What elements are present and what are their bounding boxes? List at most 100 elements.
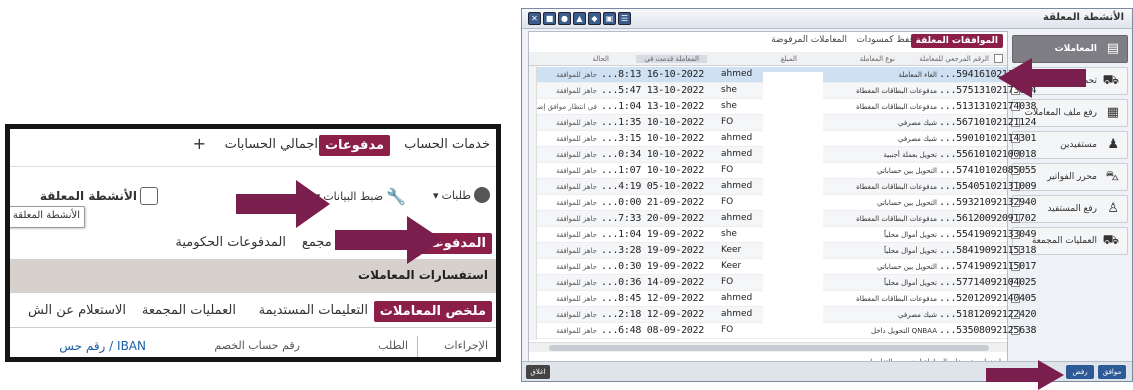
cell-user: she — [721, 85, 737, 95]
cell-status: جاهز للموافقة — [556, 327, 597, 335]
tab-pending-approvals[interactable]: الموافقات المعلقة — [910, 34, 1003, 48]
file-icon: ▦ — [1106, 105, 1119, 120]
cell-status: جاهز للموافقة — [556, 263, 597, 271]
pending-activities-button[interactable]: الأنشطة المعلقة — [40, 187, 158, 205]
table-header-row: الإجراءات الطلب رقم حساب الخصم IBAN / رق… — [10, 327, 496, 357]
reject-button[interactable]: رفض — [1066, 365, 1094, 379]
grid-header: الرقم المرجعي للمعاملة نوع المعاملة المب… — [529, 52, 1007, 66]
cell-date: ...1:35 10-10-2022 — [601, 117, 704, 128]
pending-activities-icon — [140, 187, 158, 205]
cell-status: جاهز للموافقة — [556, 183, 597, 191]
cell-type: التحويل بين حساباتي — [877, 263, 937, 271]
toolbar-icon-1[interactable]: ■ — [543, 12, 556, 25]
cell-user: she — [721, 229, 737, 239]
toolbar-icon-5[interactable]: ▣ — [603, 12, 616, 25]
cell-reference: ...51313102174038 — [939, 101, 1037, 112]
close-icon[interactable]: ✕ — [528, 12, 541, 25]
cell-user: she — [721, 101, 737, 111]
chevron-down-icon: ▾ — [433, 188, 439, 202]
document-icon: ▤ — [1106, 41, 1119, 56]
tab-standing-instructions[interactable]: التعليمات المستديمة — [259, 303, 368, 318]
cell-status: جاهز للموافقة — [556, 311, 597, 319]
cell-date: ...2:18 12-09-2022 — [601, 309, 704, 320]
cell-reference: ...57410102085055 — [939, 165, 1037, 176]
summary-tabs: ملخص المعاملات التعليمات المستديمة العمل… — [10, 293, 496, 327]
cell-date: ...1:04 19-09-2022 — [601, 229, 704, 240]
tab-account-services[interactable]: خدمات الحساب — [404, 137, 490, 152]
cell-reference: ...56710102121124 — [939, 117, 1037, 128]
approve-button[interactable]: موافق — [1098, 365, 1126, 379]
cell-status: جاهز للموافقة — [556, 279, 597, 287]
side-item-label: مستفيدين — [1060, 140, 1097, 150]
tab-rejected-transactions[interactable]: المعاملات المرفوضة — [771, 35, 847, 45]
cell-user: Keer — [721, 245, 742, 255]
cell-date: ...0:36 14-09-2022 — [601, 277, 704, 288]
arrow-to-payments — [335, 216, 443, 264]
arrow-to-approve — [986, 360, 1064, 390]
vertical-scrollbar[interactable] — [529, 66, 537, 340]
toolbar-icon-2[interactable]: ● — [558, 12, 571, 25]
cell-reference: ...53508092125638 — [939, 325, 1037, 336]
section-title: استفسارات المعاملات — [358, 268, 488, 282]
tab-total-accounts[interactable]: اجمالي الحسابات — [225, 137, 318, 152]
window-title: الأنشطة المعلقة — [1043, 12, 1124, 23]
cell-reference: ...52012092140405 — [939, 293, 1037, 304]
cell-user: ahmed — [721, 181, 753, 191]
tab-payments[interactable]: مدفوعات — [318, 135, 390, 156]
col-reference[interactable]: الرقم المرجعي للمعاملة — [919, 55, 989, 63]
cell-date: ...1:07 10-10-2022 — [601, 165, 704, 176]
cell-user: FO — [721, 117, 734, 127]
horizontal-scrollbar[interactable] — [529, 342, 1007, 352]
toolbar-icon-3[interactable]: ▲ — [573, 12, 586, 25]
col-amount[interactable]: المبلغ — [781, 55, 797, 63]
cell-status: جاهز للموافقة — [556, 247, 597, 255]
requests-button[interactable]: طلبات ▾ — [433, 187, 490, 203]
col-debit-account: رقم حساب الخصم — [214, 339, 300, 352]
tab-inquiry[interactable]: الاستعلام عن الش — [28, 303, 126, 318]
cell-user: ahmed — [721, 133, 753, 143]
cell-date: ...0:00 21-09-2022 — [601, 197, 704, 208]
users-icon: ♟ — [1107, 137, 1119, 152]
cell-status: جاهز للموافقة — [556, 71, 597, 79]
col-submitted[interactable]: المعاملة قدمت في — [636, 55, 707, 63]
col-iban: IBAN / رقم حس — [59, 339, 146, 353]
cell-user: FO — [721, 325, 734, 335]
add-tab-button[interactable]: + — [193, 134, 206, 153]
cell-date: ...6:48 08-09-2022 — [601, 325, 704, 336]
cell-status: جاهز للموافقة — [556, 215, 597, 223]
close-button[interactable]: اغلاق — [526, 365, 550, 379]
truck-icon: ⛟ — [1102, 233, 1119, 248]
cell-reference: ...59321092132940 — [939, 197, 1037, 208]
cell-reference: ...59010102114301 — [939, 133, 1037, 144]
cell-type: مدفوعات البطاقات المغطاة — [856, 215, 937, 223]
cell-date: ...8:13 16-10-2022 — [601, 69, 704, 80]
cell-date: ...1:04 13-10-2022 — [601, 101, 704, 112]
cell-type: مدفوعات البطاقات المغطاة — [856, 295, 937, 303]
cell-reference: ...56120092091702 — [939, 213, 1037, 224]
top-tabs-bar: خدمات الحساب مدفوعات اجمالي الحسابات + — [10, 129, 496, 167]
cell-user: ahmed — [721, 213, 753, 223]
cell-date: ...7:33 20-09-2022 — [601, 213, 704, 224]
cell-date: ...8:45 12-09-2022 — [601, 293, 704, 304]
cell-user: ahmed — [721, 309, 753, 319]
cell-status: جاهز للموافقة — [556, 167, 597, 175]
cell-type: التحويل بين حساباتي — [877, 167, 937, 175]
col-status[interactable]: الحالة — [592, 55, 609, 63]
cell-type: التحويل داخل QNBAA — [870, 327, 937, 335]
tab-saved-drafts[interactable]: حفظ كمسودات — [856, 35, 915, 45]
tractor-icon: ⛟ — [1102, 73, 1119, 88]
cell-status: في انتظار موافق إضـ — [535, 103, 597, 111]
cell-reference: ...55419092133049 — [939, 229, 1037, 240]
col-type[interactable]: نوع المعاملة — [860, 55, 895, 63]
cell-user: FO — [721, 197, 734, 207]
subtab-government-payments[interactable]: المدفوعات الحكومية — [175, 235, 286, 250]
cell-reference: ...51812092122420 — [939, 309, 1037, 320]
cell-date: ...0:30 19-09-2022 — [601, 261, 704, 272]
scroll-thumb[interactable] — [549, 345, 989, 351]
toolbar-icon-6[interactable]: ☰ — [618, 12, 631, 25]
toolbar-icon-4[interactable]: ◆ — [588, 12, 601, 25]
tab-transaction-summary[interactable]: ملخص المعاملات — [373, 301, 492, 322]
side-item-label: محرر الفواتير — [1047, 172, 1097, 182]
cell-date: ...3:15 10-10-2022 — [601, 133, 704, 144]
tab-bulk-operations[interactable]: العمليات المجمعة — [142, 303, 236, 318]
